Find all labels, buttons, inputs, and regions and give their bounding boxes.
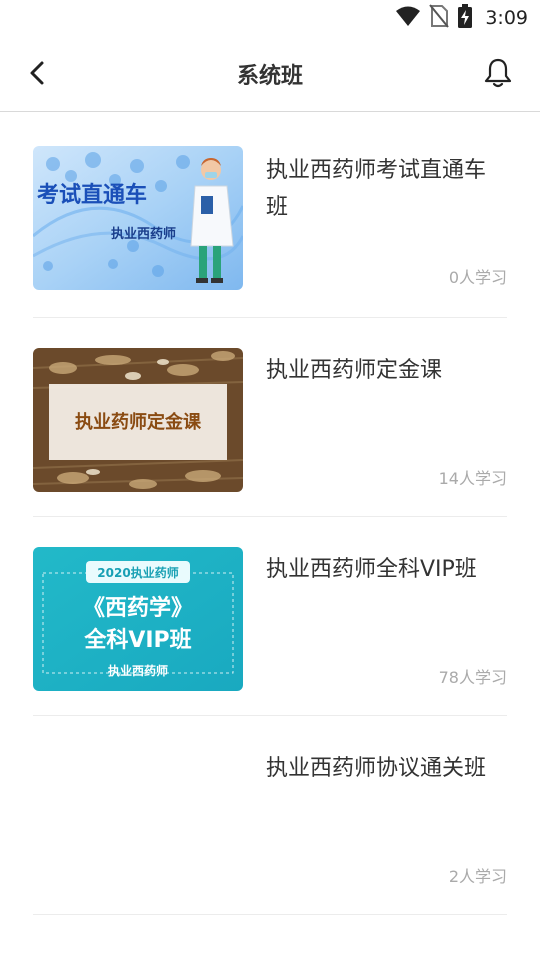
- bell-icon: [484, 58, 512, 88]
- no-sim-icon: [429, 4, 450, 32]
- course-thumbnail: 2020执业药师 《西药学》 全科VIP班 执业西药师: [33, 547, 243, 691]
- learner-count: 14人学习: [438, 469, 507, 488]
- course-title: 执业西药师协议通关班: [266, 756, 487, 781]
- learner-count: 2人学习: [448, 867, 507, 886]
- page-title: 系统班: [236, 64, 303, 89]
- thumb-headline: 考试直通车: [37, 182, 147, 208]
- thumb-tag: 2020执业药师: [97, 565, 178, 580]
- battery-charging-icon: [457, 4, 473, 32]
- course-title: 执业西药师定金课: [266, 358, 443, 383]
- thumb-line2: 全科VIP班: [83, 627, 191, 653]
- learner-count: 78人学习: [438, 668, 507, 687]
- thumb-line1: 《西药学》: [83, 595, 193, 621]
- course-item[interactable]: 执业药师定金课 执业西药师定金课 14人学习: [33, 318, 507, 517]
- thumb-headline: 执业药师定金课: [75, 411, 202, 433]
- status-icons: 3:09: [395, 4, 528, 32]
- thumb-line3: 执业西药师: [108, 663, 168, 678]
- app-bar: 系统班: [0, 36, 540, 112]
- status-bar: 3:09: [0, 0, 540, 36]
- course-item[interactable]: 考试直通车 执业西药师 执业西药师考试直通车班 0人学习: [33, 112, 507, 318]
- learner-count: 0人学习: [448, 268, 507, 287]
- wifi-icon: [395, 5, 421, 31]
- course-list: 考试直通车 执业西药师 执业西药师考试直通车班 0人学习 执业药师定金课 执业西…: [0, 112, 540, 915]
- status-time: 3:09: [485, 7, 528, 29]
- course-thumbnail: 执业药师定金课: [33, 348, 243, 492]
- course-title: 执业西药师全科VIP班: [266, 557, 477, 582]
- course-item[interactable]: 执业西药师协议通关班 2人学习: [33, 716, 507, 915]
- notification-button[interactable]: [482, 56, 514, 90]
- course-title: 执业西药师考试直通车班: [266, 158, 487, 220]
- course-item[interactable]: 2020执业药师 《西药学》 全科VIP班 执业西药师 执业西药师全科VIP班 …: [33, 517, 507, 716]
- thumb-subline: 执业西药师: [111, 226, 176, 242]
- course-thumbnail: 考试直通车 执业西药师: [33, 146, 243, 290]
